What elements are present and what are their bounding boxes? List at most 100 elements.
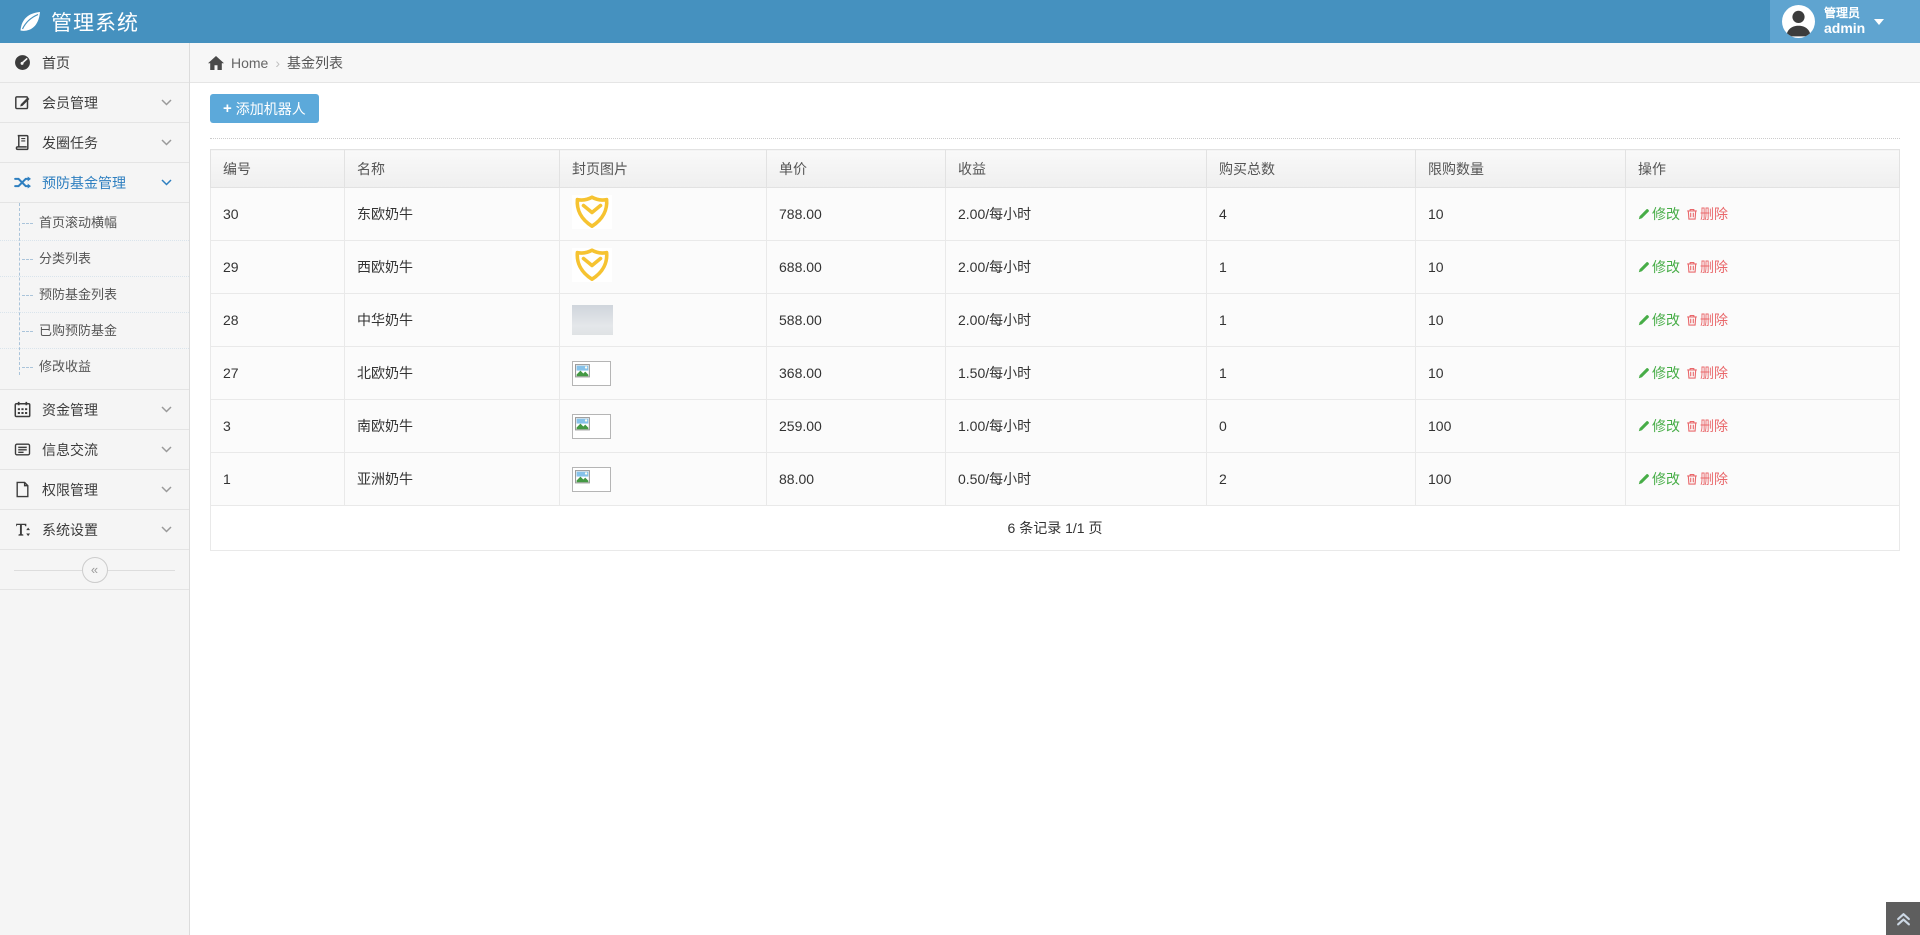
edit-link-label: 修改 (1652, 310, 1680, 330)
file-icon (14, 481, 31, 498)
table-row: 3南欧奶牛259.001.00/每小时0100修改删除 (211, 400, 1900, 453)
breadcrumb: Home › 基金列表 (190, 43, 1920, 83)
sidebar-item-label: 首页 (42, 43, 189, 83)
trash-icon (1686, 420, 1698, 432)
delete-link[interactable]: 删除 (1686, 416, 1728, 436)
delete-link[interactable]: 删除 (1686, 363, 1728, 383)
cell-actions: 修改删除 (1626, 453, 1900, 506)
pencil-icon (1638, 208, 1650, 220)
edit-link[interactable]: 修改 (1638, 310, 1680, 330)
cell-id: 1 (211, 453, 345, 506)
trash-icon (1686, 314, 1698, 326)
table-header-row: 编号名称封页图片单价收益购买总数限购数量操作 (211, 150, 1900, 188)
table-body: 30东欧奶牛788.002.00/每小时410修改删除29西欧奶牛688.002… (211, 188, 1900, 506)
app-logo: 管理系统 (0, 7, 139, 37)
top-header: 管理系统 管理员 admin (0, 0, 1920, 43)
user-role: 管理员 (1824, 7, 1865, 21)
chevron-down-icon (161, 179, 172, 186)
sidebar-subitem-category-list[interactable]: 分类列表 (0, 241, 189, 277)
sidebar-item-capital-manage[interactable]: 资金管理 (0, 390, 189, 430)
edit-link[interactable]: 修改 (1638, 469, 1680, 489)
user-text: 管理员 admin (1824, 7, 1865, 37)
sidebar-subitem-home-scroll-banner[interactable]: 首页滚动横幅 (0, 205, 189, 241)
broken-cover-image (572, 467, 611, 492)
sidebar-item-system-settings[interactable]: 系统设置 (0, 510, 189, 550)
sidebar-subitem-modify-profit[interactable]: 修改收益 (0, 349, 189, 385)
sidebar-subitem-purchased-prevention-fund[interactable]: 已购预防基金 (0, 313, 189, 349)
sidebar-collapse-button[interactable]: « (82, 557, 108, 583)
message-list-icon (14, 441, 31, 458)
cell-id: 3 (211, 400, 345, 453)
text-size-icon (14, 521, 31, 538)
breadcrumb-separator: › (275, 55, 280, 71)
sidebar-subitem-prevention-fund-list[interactable]: 预防基金列表 (0, 277, 189, 313)
calendar-icon (14, 401, 31, 418)
cell-price: 368.00 (767, 347, 946, 400)
cell-price: 588.00 (767, 294, 946, 347)
edit-link-label: 修改 (1652, 257, 1680, 277)
sidebar-item-post-task[interactable]: 发圈任务 (0, 123, 189, 163)
table-row: 29西欧奶牛688.002.00/每小时110修改删除 (211, 241, 1900, 294)
cell-limit: 10 (1416, 188, 1626, 241)
user-menu[interactable]: 管理员 admin (1770, 0, 1920, 43)
cell-purchased: 0 (1207, 400, 1416, 453)
tree-dash (22, 295, 33, 296)
column-header: 限购数量 (1416, 150, 1626, 188)
pencil-icon (1638, 473, 1650, 485)
add-robot-button[interactable]: + 添加机器人 (210, 94, 319, 123)
edit-link[interactable]: 修改 (1638, 257, 1680, 277)
sidebar-item-message-exchange[interactable]: 信息交流 (0, 430, 189, 470)
cell-limit: 10 (1416, 347, 1626, 400)
cell-id: 27 (211, 347, 345, 400)
column-header: 操作 (1626, 150, 1900, 188)
edit-link-label: 修改 (1652, 363, 1680, 383)
sidebar: 首页会员管理发圈任务预防基金管理首页滚动横幅分类列表预防基金列表已购预防基金修改… (0, 43, 190, 935)
sidebar-item-label: 发圈任务 (42, 123, 161, 163)
delete-link[interactable]: 删除 (1686, 310, 1728, 330)
delete-link[interactable]: 删除 (1686, 257, 1728, 277)
pencil-icon (1638, 261, 1650, 273)
edit-link[interactable]: 修改 (1638, 363, 1680, 383)
cell-actions: 修改删除 (1626, 188, 1900, 241)
breadcrumb-home[interactable]: Home (231, 55, 268, 71)
submenu-prevention-fund-manage: 首页滚动横幅分类列表预防基金列表已购预防基金修改收益 (0, 203, 189, 390)
table-row: 27北欧奶牛368.001.50/每小时110修改删除 (211, 347, 1900, 400)
breadcrumb-current: 基金列表 (287, 53, 343, 73)
sidebar-item-permission-manage[interactable]: 权限管理 (0, 470, 189, 510)
pencil-icon (1638, 314, 1650, 326)
sidebar-item-label: 资金管理 (42, 390, 161, 430)
cell-id: 28 (211, 294, 345, 347)
sidebar-item-label: 会员管理 (42, 83, 161, 123)
app-title: 管理系统 (51, 7, 139, 37)
user-name: admin (1824, 20, 1865, 36)
cell-profit: 1.50/每小时 (946, 347, 1207, 400)
trash-icon (1686, 367, 1698, 379)
person-icon (1782, 5, 1815, 38)
chevron-down-icon (161, 486, 172, 493)
leaf-icon (18, 11, 42, 33)
edit-link[interactable]: 修改 (1638, 416, 1680, 436)
delete-link[interactable]: 删除 (1686, 469, 1728, 489)
add-robot-button-label: 添加机器人 (236, 99, 306, 119)
cell-id: 30 (211, 188, 345, 241)
sidebar-item-member-manage[interactable]: 会员管理 (0, 83, 189, 123)
main-area: Home › 基金列表 + 添加机器人 编号名称封页图片单价收益购买总数限购数量… (190, 43, 1920, 935)
cell-name: 中华奶牛 (345, 294, 560, 347)
cell-name: 西欧奶牛 (345, 241, 560, 294)
delete-link-label: 删除 (1700, 204, 1728, 224)
cell-limit: 100 (1416, 453, 1626, 506)
cell-name: 亚洲奶牛 (345, 453, 560, 506)
chevron-down-icon (161, 99, 172, 106)
sidebar-item-prevention-fund-manage[interactable]: 预防基金管理 (0, 163, 189, 203)
trash-icon (1686, 473, 1698, 485)
cell-purchased: 1 (1207, 347, 1416, 400)
column-header: 封页图片 (560, 150, 767, 188)
sidebar-subitem-label: 已购预防基金 (39, 313, 117, 349)
back-to-top-button[interactable] (1886, 902, 1920, 935)
delete-link[interactable]: 删除 (1686, 204, 1728, 224)
cell-name: 南欧奶牛 (345, 400, 560, 453)
sidebar-item-home[interactable]: 首页 (0, 43, 189, 83)
edit-link[interactable]: 修改 (1638, 204, 1680, 224)
double-chevron-up-icon (1896, 912, 1911, 926)
sidebar-menu: 首页会员管理发圈任务预防基金管理首页滚动横幅分类列表预防基金列表已购预防基金修改… (0, 43, 189, 550)
